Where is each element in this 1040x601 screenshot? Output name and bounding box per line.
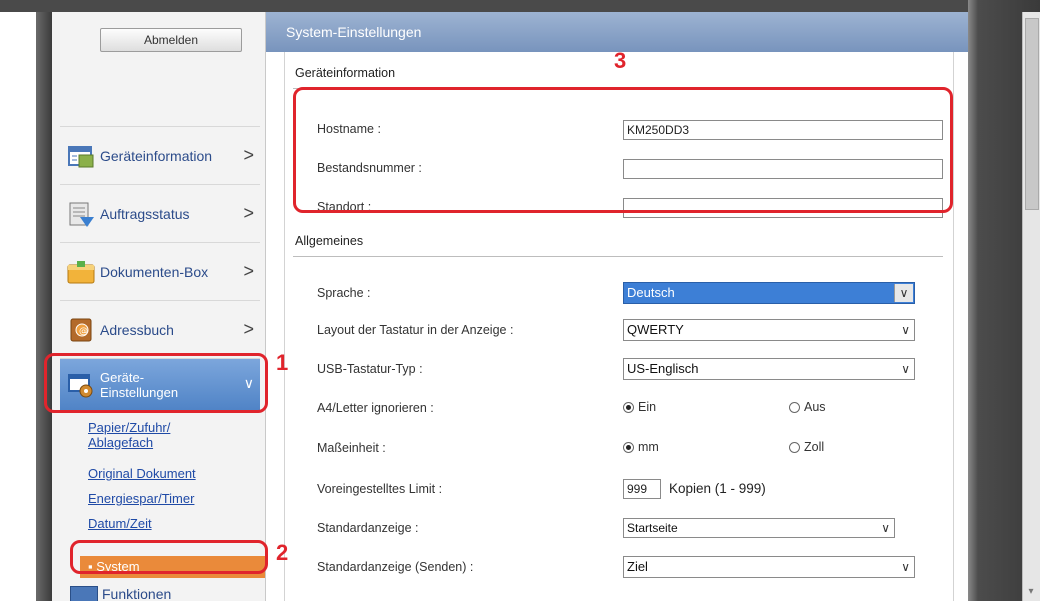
sidebar-item-label: Auftragsstatus xyxy=(100,205,190,222)
job-status-icon xyxy=(66,199,96,229)
chevron-down-icon: ∨ xyxy=(901,362,910,376)
radio-unchecked-icon xyxy=(789,441,800,453)
a4-letter-off-radio[interactable]: Aus xyxy=(789,400,826,414)
radio-checked-icon xyxy=(623,441,634,453)
radio-unchecked-icon xyxy=(789,401,800,413)
radio-checked-icon xyxy=(623,401,634,413)
chevron-down-icon: ∨ xyxy=(901,560,910,574)
subnav-paper-feed[interactable]: Papier/Zufuhr/Ablagefach xyxy=(88,420,170,450)
default-screen-select[interactable]: Startseite ∨ xyxy=(623,518,895,538)
scrollbar-thumb[interactable] xyxy=(1025,18,1039,210)
subnav-date-time[interactable]: Datum/Zeit xyxy=(88,516,152,531)
usb-keyboard-select[interactable]: US-Englisch ∨ xyxy=(623,358,915,380)
default-send-label: Standardanzeige (Senden) : xyxy=(317,560,474,574)
default-send-value: Ziel xyxy=(627,559,648,574)
chevron-down-icon: ∨ xyxy=(901,323,910,337)
a4-letter-label: A4/Letter ignorieren : xyxy=(317,401,434,415)
sidebar-item-functions[interactable]: Funktionen xyxy=(70,586,265,601)
radio-label: Ein xyxy=(638,400,657,414)
sidebar-item-device-info[interactable]: Geräteinformation > xyxy=(60,126,260,184)
usb-keyboard-label: USB-Tastatur-Typ : xyxy=(317,362,423,376)
subnav-label: Papier/Zufuhr/ xyxy=(88,420,171,435)
sidebar-item-document-box[interactable]: Dokumenten-Box > xyxy=(60,242,260,300)
sidebar-item-job-status[interactable]: Auftragsstatus > xyxy=(60,184,260,242)
screen: ▾ Abmelden Geräteinformation > Auftragss… xyxy=(0,0,1040,601)
divider xyxy=(293,256,943,257)
language-select[interactable]: Deutsch ∨ xyxy=(623,282,915,304)
chevron-right-icon: > xyxy=(243,319,254,339)
usb-keyboard-value: US-Englisch xyxy=(627,361,699,376)
callout-box-1 xyxy=(44,353,268,413)
language-label: Sprache : xyxy=(317,286,371,300)
unit-mm-radio[interactable]: mm xyxy=(623,440,659,454)
language-select-value: Deutsch xyxy=(627,285,675,300)
chevron-down-icon: ∨ xyxy=(894,284,913,302)
address-book-icon: @ xyxy=(66,315,96,345)
default-limit-unit: Kopien (1 - 999) xyxy=(669,481,766,496)
callout-number-2: 2 xyxy=(276,540,289,565)
unit-label: Maßeinheit : xyxy=(317,441,386,455)
scroll-down-icon[interactable]: ▾ xyxy=(1025,587,1037,597)
subnav-label: Ablagefach xyxy=(88,435,154,450)
subnav-original-document[interactable]: Original Dokument xyxy=(88,466,196,481)
default-screen-value: Startseite xyxy=(627,521,678,535)
default-limit-label: Voreingestelltes Limit : xyxy=(317,482,443,496)
window-edge-left xyxy=(0,0,52,601)
sidebar-item-label: Geräteinformation xyxy=(100,147,213,164)
chevron-right-icon: > xyxy=(243,203,254,223)
sidebar: Abmelden Geräteinformation > Auftragssta… xyxy=(52,12,266,601)
functions-icon xyxy=(70,586,98,601)
radio-label: Zoll xyxy=(804,440,825,454)
radio-label: mm xyxy=(638,440,659,454)
sidebar-item-label: Funktionen xyxy=(102,586,172,601)
chevron-right-icon: > xyxy=(243,261,254,281)
keyboard-layout-select[interactable]: QWERTY ∨ xyxy=(623,319,915,341)
callout-box-3 xyxy=(293,87,953,213)
a4-letter-on-radio[interactable]: Ein xyxy=(623,400,656,414)
default-screen-label: Standardanzeige : xyxy=(317,521,419,535)
chevron-right-icon: > xyxy=(243,145,254,165)
callout-number-3: 3 xyxy=(614,48,627,73)
default-limit-field[interactable]: 999 xyxy=(623,479,661,499)
page-title: System-Einstellungen xyxy=(266,12,968,52)
unit-zoll-radio[interactable]: Zoll xyxy=(789,440,824,454)
vertical-scrollbar[interactable]: ▾ xyxy=(1022,12,1040,601)
radio-label: Aus xyxy=(804,400,826,414)
callout-box-2 xyxy=(70,540,268,574)
subnav-energy-timer[interactable]: Energiespar/Timer xyxy=(88,491,194,506)
keyboard-layout-label: Layout der Tastatur in der Anzeige : xyxy=(317,323,514,337)
sidebar-item-label: Adressbuch xyxy=(100,321,174,338)
logout-button[interactable]: Abmelden xyxy=(100,28,242,52)
document-box-icon xyxy=(66,257,96,287)
chevron-down-icon: ∨ xyxy=(881,521,890,535)
device-info-icon xyxy=(66,141,96,171)
window-edge-top xyxy=(0,0,1040,12)
callout-number-1: 1 xyxy=(276,350,289,375)
sidebar-item-address-book[interactable]: @ Adressbuch > xyxy=(60,300,260,358)
keyboard-layout-value: QWERTY xyxy=(627,322,684,337)
default-send-select[interactable]: Ziel ∨ xyxy=(623,556,915,578)
section-general: Allgemeines xyxy=(295,234,364,248)
sidebar-item-label: Dokumenten-Box xyxy=(100,263,209,280)
section-device-info: Geräteinformation xyxy=(295,66,396,80)
svg-text:@: @ xyxy=(79,326,88,336)
